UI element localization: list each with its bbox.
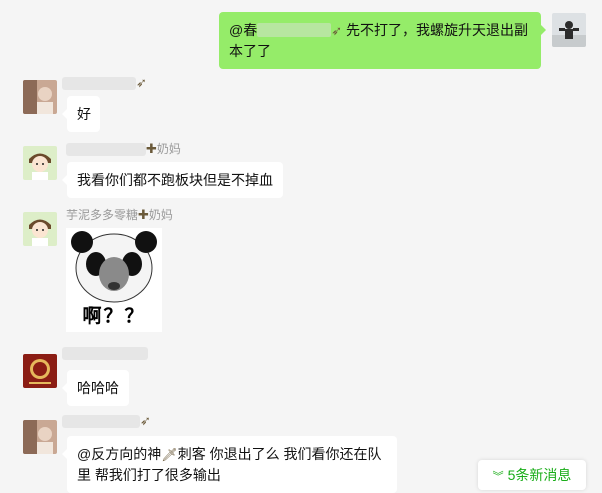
message-bubble[interactable]: 我看你们都不跑板块但是不掉血: [62, 162, 283, 198]
my-avatar[interactable]: [552, 13, 586, 47]
message-text: 本了了: [229, 43, 271, 59]
sticker-caption: 啊？？: [82, 306, 146, 327]
sender-avatar[interactable]: [23, 212, 57, 246]
sender-avatar[interactable]: [23, 420, 57, 454]
bow-arrow-icon: ➶: [136, 75, 147, 90]
double-chevron-down-icon: ︾: [492, 471, 504, 483]
cross-icon: ✚: [138, 207, 149, 222]
mention-name: 春: [243, 22, 258, 38]
message-text: 好: [77, 106, 91, 122]
message-bubble[interactable]: 哈哈哈: [62, 370, 129, 406]
sender-avatar[interactable]: [23, 80, 57, 114]
new-messages-label: 5条新消息: [507, 467, 572, 483]
sender-nickname: ➶: [62, 75, 147, 91]
message-text: 我看你们都不跑板块但是不掉血: [77, 172, 273, 188]
sword-icon: 🗡: [161, 447, 178, 462]
message-bubble[interactable]: 好: [62, 96, 100, 132]
message-text: 里 帮我们打了很多输出: [77, 467, 221, 483]
sender-nickname: 芋泥多多零糖✚奶妈: [66, 207, 173, 223]
sender-avatar[interactable]: [23, 354, 57, 388]
mention-text: @反方向的神: [77, 446, 162, 462]
sender-nickname: [62, 346, 148, 361]
my-message-bubble[interactable]: @春 ➶ 先不打了，我螺旋升天退出副 本了了: [219, 12, 546, 69]
message-text: 先不打了，我螺旋升天退出副: [346, 22, 529, 38]
message-bubble[interactable]: @反方向的神🗡刺客 你退出了么 我们看你还在队 里 帮我们打了很多输出: [62, 436, 397, 493]
chat-panel: @春 ➶ 先不打了，我螺旋升天退出副 本了了 ➶ 好 ✚奶妈 我看你们都不跑板块但…: [0, 0, 602, 493]
bow-arrow-icon: ➶: [331, 23, 343, 38]
sender-nickname: ➶: [62, 413, 151, 429]
message-text: 刺客 你退出了么 我们看你还在队: [177, 446, 382, 462]
blurred-name: [257, 23, 332, 37]
mention-at: @: [229, 22, 244, 38]
message-text: 哈哈哈: [77, 380, 119, 396]
new-messages-button[interactable]: ︾ 5条新消息: [478, 460, 586, 490]
bow-arrow-icon: ➶: [140, 413, 151, 428]
sticker-panda-meme[interactable]: 啊？？: [66, 228, 162, 332]
sender-avatar[interactable]: [23, 146, 57, 180]
panda-face-icon: [71, 231, 157, 303]
cross-icon: ✚: [146, 141, 157, 156]
sender-nickname: ✚奶妈: [66, 141, 181, 157]
